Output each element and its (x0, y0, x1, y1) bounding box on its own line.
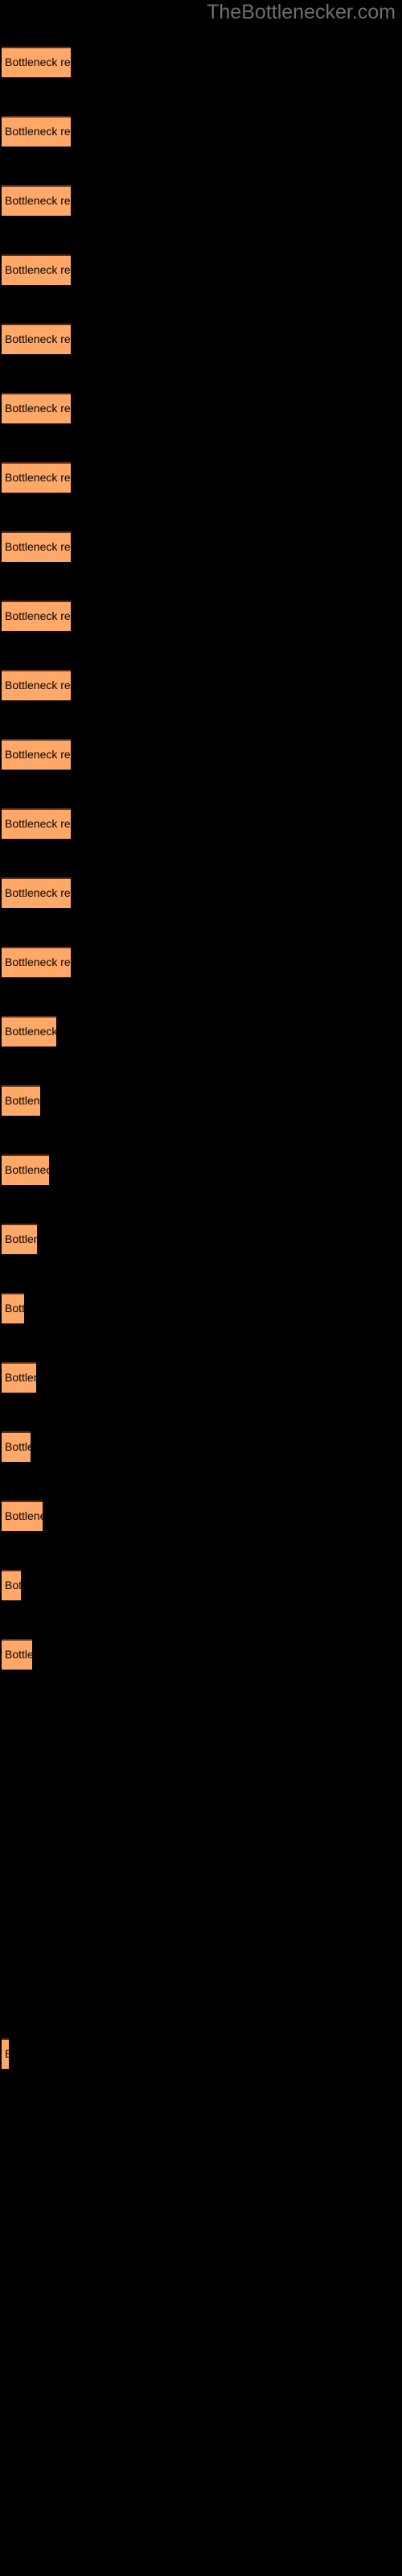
bottleneck-result-bar[interactable]: Bottleneck result (2, 531, 71, 562)
bottleneck-result-bar[interactable]: Bottleneck result (2, 808, 71, 839)
bar-row: Bottleneck result (0, 1570, 402, 1600)
bar-row: Bottleneck result (0, 462, 402, 493)
bar-row: Bottleneck result (0, 601, 402, 631)
bottleneck-result-bar[interactable]: Bottleneck result (2, 601, 71, 631)
bar-row: Bottleneck result (0, 1224, 402, 1254)
bottleneck-result-bar[interactable]: Bottleneck result (2, 185, 71, 216)
bar-label: Bottleneck result (5, 540, 71, 553)
bar-label: Bottleneck result (5, 1579, 21, 1591)
bar-label: Bottleneck result (5, 402, 71, 415)
bar-row: Bottleneck result (0, 254, 402, 285)
bar-label: Bottleneck result (5, 2047, 9, 2060)
bottleneck-result-bar[interactable]: Bottleneck result (2, 2038, 9, 2069)
bottleneck-result-bar[interactable]: Bottleneck result (2, 47, 71, 77)
bar-row: Bottleneck result (0, 324, 402, 354)
bar-label: Bottleneck result (5, 886, 71, 899)
bar-label: Bottleneck result (5, 1302, 24, 1315)
bar-row: Bottleneck result (0, 808, 402, 839)
bar-row: Bottleneck result (0, 2038, 402, 2069)
bar-row: Bottleneck result (0, 1016, 402, 1046)
bar-row: Bottleneck result (0, 185, 402, 216)
bar-label: Bottleneck result (5, 1025, 56, 1038)
bottleneck-result-bar[interactable]: Bottleneck result (2, 254, 71, 285)
bar-label: Bottleneck result (5, 332, 71, 345)
bar-label: Bottleneck result (5, 1232, 37, 1245)
bottleneck-result-bar[interactable]: Bottleneck result (2, 739, 71, 770)
bar-row: Bottleneck result (0, 1431, 402, 1462)
bottleneck-result-bar[interactable]: Bottleneck result (2, 324, 71, 354)
bar-label: Bottleneck result (5, 817, 71, 830)
bar-row: Bottleneck result (0, 1293, 402, 1323)
bar-label: Bottleneck result (5, 263, 71, 276)
bottleneck-result-bar[interactable]: Bottleneck result (2, 1224, 37, 1254)
bottleneck-result-bar[interactable]: Bottleneck result (2, 116, 71, 147)
bar-row: Bottleneck result (0, 1362, 402, 1393)
bar-row: Bottleneck result (0, 670, 402, 700)
bar-label: Bottleneck result (5, 56, 71, 68)
bar-row: Bottleneck result (0, 1639, 402, 1670)
bottleneck-result-bar[interactable]: Bottleneck result (2, 1570, 21, 1600)
bar-label: Bottleneck result (5, 1163, 49, 1176)
bottleneck-result-bar[interactable]: Bottleneck result (2, 1431, 31, 1462)
bar-label: Bottleneck result (5, 748, 71, 761)
bar-label: Bottleneck result (5, 1094, 40, 1107)
bar-row: Bottleneck result (0, 1085, 402, 1116)
bottleneck-result-bar[interactable]: Bottleneck result (2, 462, 71, 493)
bar-row: Bottleneck result (0, 531, 402, 562)
bar-row: Bottleneck result (0, 877, 402, 908)
bar-label: Bottleneck result (5, 1509, 43, 1522)
bar-row: Bottleneck result (0, 393, 402, 423)
bar-row: Bottleneck result (0, 1154, 402, 1185)
bottleneck-result-bar[interactable]: Bottleneck result (2, 393, 71, 423)
bar-row: Bottleneck result (0, 1501, 402, 1531)
bar-label: Bottleneck result (5, 194, 71, 207)
bottleneck-result-bar[interactable]: Bottleneck result (2, 670, 71, 700)
bottleneck-result-bar[interactable]: Bottleneck result (2, 1362, 36, 1393)
bottleneck-result-bar[interactable]: Bottleneck result (2, 1085, 40, 1116)
bottleneck-bar-chart: Bottleneck result Bottleneck result Bottle… (0, 0, 402, 2576)
bottleneck-result-bar[interactable]: Bottleneck result (2, 877, 71, 908)
bottleneck-result-bar[interactable]: Bottleneck result (2, 1154, 49, 1185)
bottleneck-result-bar[interactable]: Bottleneck result (2, 1501, 43, 1531)
bar-row: Bottleneck result (0, 116, 402, 147)
bar-row: Bottleneck result (0, 47, 402, 77)
bar-row: Bottleneck result (0, 739, 402, 770)
bar-label: Bottleneck result (5, 1440, 31, 1453)
bottleneck-result-bar[interactable]: Bottleneck result (2, 1016, 56, 1046)
bar-label: Bottleneck result (5, 125, 71, 138)
bar-label: Bottleneck result (5, 1371, 36, 1384)
bottleneck-result-bar[interactable]: Bottleneck result (2, 1293, 24, 1323)
bar-row: Bottleneck result (0, 947, 402, 977)
bar-label: Bottleneck result (5, 609, 71, 622)
bottleneck-result-bar[interactable]: Bottleneck result (2, 1639, 32, 1670)
bottleneck-result-bar[interactable]: Bottleneck result (2, 947, 71, 977)
bar-label: Bottleneck result (5, 679, 71, 691)
bar-label: Bottleneck result (5, 956, 71, 968)
bar-label: Bottleneck result (5, 471, 71, 484)
bar-label: Bottleneck result (5, 1648, 32, 1661)
